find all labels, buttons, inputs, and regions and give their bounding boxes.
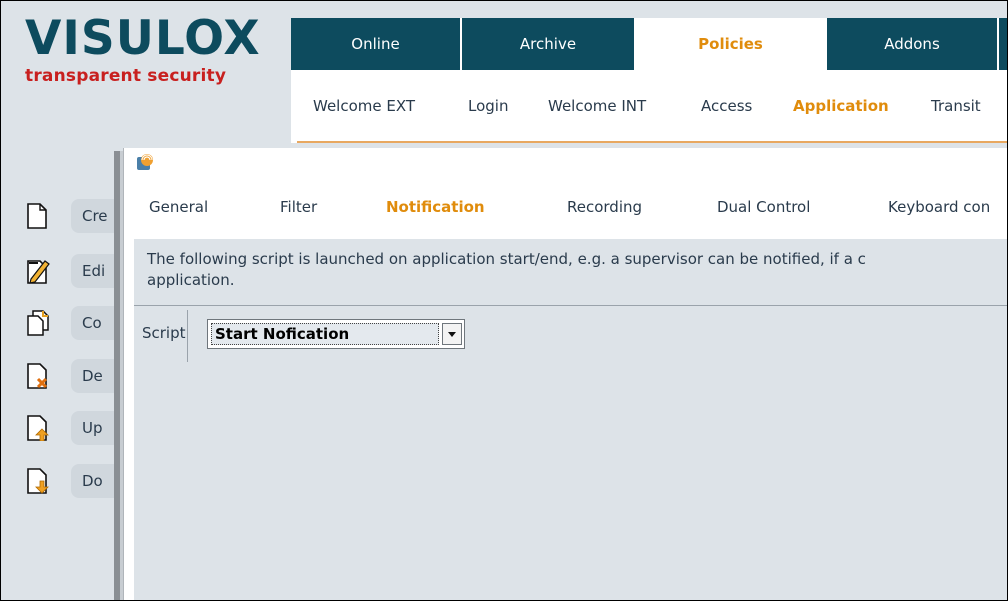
tab-policies[interactable]: Policies [636,18,827,70]
tab-notification[interactable]: Notification [386,198,485,216]
tab-online[interactable]: Online [291,18,462,70]
delete-button[interactable]: De [71,359,119,393]
description-divider [134,305,1007,306]
policy-dialog: General Filter Notification Recording Du… [123,148,1007,600]
top-nav: Online Archive Policies Addons [291,18,1007,70]
notification-panel [134,239,1007,600]
script-divider [187,310,188,362]
script-select[interactable]: Start Nofication [207,319,465,349]
chevron-down-icon[interactable] [442,323,462,345]
subnav-welcome-int[interactable]: Welcome INT [548,97,646,115]
tab-filter[interactable]: Filter [280,198,317,216]
script-label: Script [142,324,186,342]
tab-overflow[interactable] [999,18,1007,70]
document-upload-icon[interactable] [26,415,49,442]
subnav-welcome-ext[interactable]: Welcome EXT [313,97,415,115]
sub-nav: Welcome EXT Login Welcome INT Access App… [291,70,1007,143]
tab-keyboard-control[interactable]: Keyboard con [888,198,990,216]
notification-description: The following script is launched on appl… [147,249,1007,291]
subnav-login[interactable]: Login [468,97,508,115]
description-line-2: application. [147,271,235,289]
document-download-icon[interactable] [26,468,49,494]
logo: VISULOX transparent security [1,1,288,151]
upload-button[interactable]: Up [71,411,119,445]
tab-archive[interactable]: Archive [462,18,636,70]
brand-tagline: transparent security [25,66,227,86]
subnav-transit[interactable]: Transit [931,97,981,115]
script-select-value[interactable]: Start Nofication [211,323,439,345]
document-delete-icon[interactable] [26,363,48,389]
brand-name: VISULOX [25,11,261,66]
subnav-application[interactable]: Application [793,97,889,115]
description-line-1: The following script is launched on appl… [147,250,866,268]
tab-dual-control[interactable]: Dual Control [717,198,810,216]
tab-recording[interactable]: Recording [567,198,642,216]
create-button[interactable]: Cre [71,199,119,233]
tab-addons[interactable]: Addons [827,18,999,70]
copy-button[interactable]: Co [71,306,119,340]
download-button[interactable]: Do [71,464,119,498]
document-edit-icon[interactable] [26,258,50,284]
edit-button[interactable]: Edi [71,254,119,288]
subnav-underline [297,141,1007,143]
document-copy-icon[interactable] [26,310,49,336]
subnav-access[interactable]: Access [701,97,752,115]
document-new-icon[interactable] [26,203,48,229]
tab-general[interactable]: General [149,198,208,216]
app-logo-icon [136,153,154,171]
app-window: VISULOX transparent security Online Arch… [0,0,1008,601]
